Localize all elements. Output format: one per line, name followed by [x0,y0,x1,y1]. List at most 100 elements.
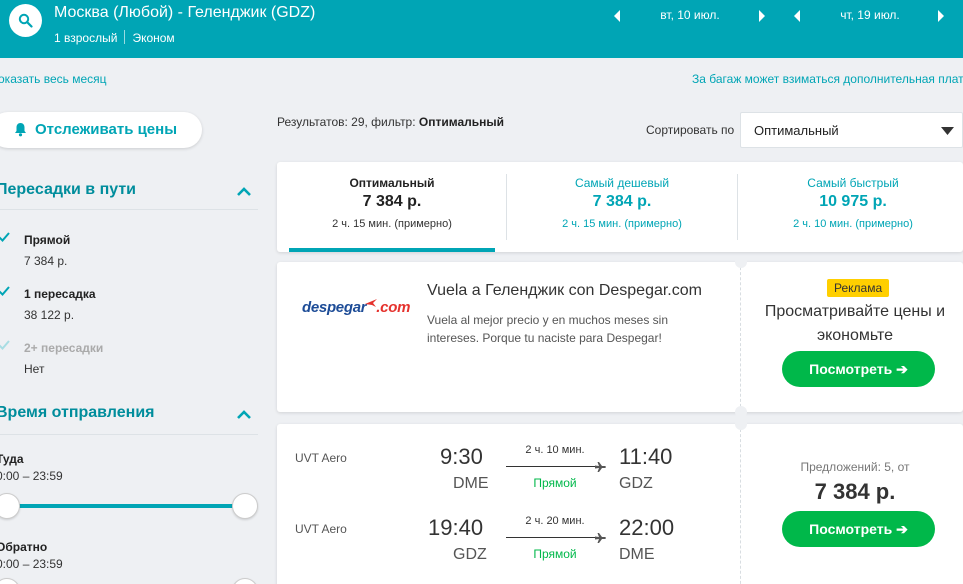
ticket-notch [735,256,747,268]
return-date[interactable]: чт, 19 июл. [820,8,920,22]
ticket-notch [735,406,747,418]
tab-title: Оптимальный [349,176,435,190]
passenger-summary[interactable]: 1 взрослый Эконом [54,30,175,45]
departure-airport: DME [453,475,489,492]
divider [740,424,741,584]
tab-duration: 2 ч. 10 мин. (примерно) [793,218,913,230]
slider-handle-end[interactable] [232,493,258,519]
return-time-range: 0:00 – 23:59 [0,557,63,571]
route-title[interactable]: Москва (Любой) - Геленджик (GDZ) [54,4,315,22]
flight-result-card[interactable]: UVT Aero 9:30 DME 2 ч. 10 мин. Прямой 11… [277,418,963,584]
search-button[interactable] [9,4,42,37]
ad-title[interactable]: Vuela a Геленджик con Despegar.com [427,282,702,300]
tab-price: 10 975 р. [819,193,887,210]
next-return-date-arrow[interactable] [936,9,948,23]
stops-option-label[interactable]: 1 пересадка [24,287,96,301]
ad-cta-text: Просматривайте цены и экономьте [764,303,946,344]
flight-duration: 2 ч. 10 мин. [525,444,585,456]
tab-optimal[interactable]: Оптимальный 7 384 р. 2 ч. 15 мин. (приме… [277,162,507,252]
arrival-time: 22:00 [619,515,675,540]
stops-label: Прямой [533,476,577,490]
stops-label: Прямой [533,547,577,561]
sort-label: Сортировать по [646,123,735,137]
tab-duration: 2 ч. 15 мин. (примерно) [562,218,682,230]
slider-handle-end[interactable] [232,578,258,584]
chevron-left-icon [794,10,800,22]
chevron-up-icon[interactable] [236,409,252,419]
tab-fastest[interactable]: Самый быстрый 10 975 р. 2 ч. 10 мин. (пр… [738,162,963,252]
arrival-airport: DME [619,546,655,563]
show-month-link[interactable]: оказать весь месяц [0,72,107,86]
passengers-count: 1 взрослый [54,31,118,45]
active-tab-indicator [289,248,495,252]
outbound-time-range: 0:00 – 23:59 [0,469,63,483]
ad-card[interactable]: despegar .com Vuela a Геленджик con Despe… [277,256,963,418]
prev-return-date-arrow[interactable] [792,9,804,23]
caret-down-icon [941,127,954,135]
outbound-time-slider[interactable] [0,504,246,508]
ad-view-button[interactable]: Посмотреть ➔ [782,351,935,387]
flight-duration: 2 ч. 20 мин. [525,515,585,527]
chevron-up-icon[interactable] [236,186,252,196]
bell-icon [15,123,26,137]
ticket-notch [735,418,747,430]
results-summary: Результатов: 29, фильтр: Оптимальный [277,115,504,129]
outbound-time-label: Туда [0,452,24,466]
tab-duration: 2 ч. 15 мин. (примерно) [332,218,452,230]
departure-time-filter-title[interactable]: Время отправления [0,404,155,422]
checkmark-icon[interactable] [0,285,10,297]
sort-value: Оптимальный [754,123,839,138]
baggage-note-link[interactable]: За багаж может взиматься дополнительная … [692,72,963,86]
arrival-airport: GDZ [619,475,653,492]
view-deal-button[interactable]: Посмотреть ➔ [782,511,935,547]
stops-option-price: 38 122 р. [24,308,75,322]
stops-filter-title[interactable]: Пересадки в пути [0,181,136,199]
return-time-label: Обратно [0,540,48,554]
cabin-class: Эконом [132,31,175,45]
next-depart-date-arrow[interactable] [757,9,769,23]
stops-option-label[interactable]: Прямой [24,233,70,247]
divider [740,262,741,412]
offers-count: Предложений: 5, от [800,460,910,474]
stops-option-label[interactable]: 2+ пересадки [24,341,103,355]
sort-tabs: Оптимальный 7 384 р. 2 ч. 15 мин. (приме… [277,162,963,252]
checkmark-icon[interactable] [0,231,10,243]
logo-text: despegar [302,299,367,316]
track-prices-label: Отслеживать цены [35,121,178,138]
results-count: Результатов: 29, фильтр: [277,115,419,129]
slider-handle-start[interactable] [0,578,20,584]
departure-time: 19:40 [428,515,484,540]
airline-name: UVT Aero [295,522,347,536]
divider [0,434,258,435]
arrival-time: 11:40 [619,444,673,469]
search-icon [18,13,33,28]
divider [124,30,126,44]
tab-price: 7 384 р. [592,193,652,210]
tab-price: 7 384 р. [362,193,422,210]
track-prices-button[interactable]: Отслеживать цены [0,112,202,148]
stops-option-price: Нет [24,362,45,376]
stops-option-price: 7 384 р. [24,254,68,268]
flight-line [506,466,596,467]
results-filter: Оптимальный [418,115,505,129]
despegar-logo: despegar .com [302,298,410,316]
tab-title: Самый дешевый [574,176,670,190]
flight-price: 7 384 р. [814,479,896,504]
airplane-icon [595,462,606,472]
depart-date[interactable]: вт, 10 июл. [640,8,740,22]
checkmark-icon[interactable] [0,339,10,351]
ad-badge: Реклама [827,279,890,297]
tab-cheapest[interactable]: Самый дешевый 7 384 р. 2 ч. 15 мин. (при… [507,162,737,252]
chevron-left-icon [614,10,620,22]
airplane-icon [595,533,606,543]
airline-name: UVT Aero [295,451,347,465]
search-header: Москва (Любой) - Геленджик (GDZ) 1 взрос… [0,0,963,58]
sort-select[interactable]: Оптимальный [740,112,963,148]
logo-accent: .com [376,299,411,316]
slider-handle-start[interactable] [0,493,20,519]
departure-airport: GDZ [453,546,487,563]
tab-title: Самый быстрый [807,176,899,190]
divider [0,209,258,210]
chevron-right-icon [938,10,944,22]
prev-depart-date-arrow[interactable] [612,9,624,23]
